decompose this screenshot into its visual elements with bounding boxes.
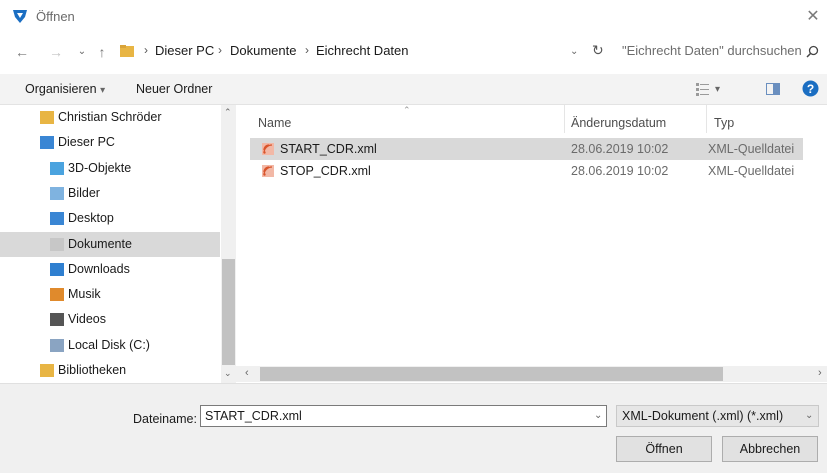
- breadcrumb-eichrecht-daten[interactable]: Eichrecht Daten: [316, 43, 409, 58]
- scroll-down-icon[interactable]: ⌄: [224, 368, 232, 379]
- scroll-left-icon[interactable]: ‹: [245, 367, 249, 379]
- column-name-label: Name: [258, 116, 292, 130]
- breadcrumb-separator-icon: ›: [218, 43, 222, 57]
- preview-pane-icon[interactable]: [766, 83, 780, 95]
- computer-icon: [40, 136, 54, 150]
- address-dropdown-icon[interactable]: ⌄: [570, 46, 578, 57]
- filename-dropdown-icon[interactable]: ⌄: [594, 410, 602, 421]
- sidebar-item-label: Bilder: [68, 185, 100, 200]
- column-header-date[interactable]: Änderungsdatum: [571, 116, 666, 130]
- user-folder-icon: [40, 111, 54, 124]
- window-title: Öffnen: [36, 9, 75, 24]
- view-options-icon[interactable]: [696, 82, 710, 96]
- open-button[interactable]: Öffnen: [616, 436, 712, 462]
- sort-indicator-icon: ⌃: [403, 105, 411, 115]
- breadcrumb-dokumente[interactable]: Dokumente: [230, 43, 296, 58]
- scroll-up-icon[interactable]: ⌃: [224, 107, 232, 118]
- music-icon: [50, 288, 64, 302]
- view-dropdown-icon[interactable]: ▾: [715, 84, 720, 95]
- folder-icon: [120, 45, 134, 57]
- svg-text:?: ?: [807, 82, 814, 96]
- videos-icon: [50, 313, 64, 327]
- xml-file-icon: [262, 165, 274, 177]
- column-header-type[interactable]: Typ: [714, 116, 734, 130]
- sidebar-item-label: Local Disk (C:): [68, 337, 150, 352]
- desktop-icon: [50, 212, 64, 226]
- organize-button[interactable]: Organisieren ▾: [25, 82, 105, 96]
- back-arrow-icon[interactable]: ←: [14, 44, 30, 60]
- sidebar-item[interactable]: Dieser PC: [0, 130, 220, 155]
- column-divider[interactable]: [564, 105, 565, 133]
- file-date: 28.06.2019 10:02: [571, 164, 669, 178]
- file-row[interactable]: START_CDR.xml 28.06.2019 10:02 XML-Quellda…: [250, 138, 803, 160]
- sidebar-item[interactable]: Videos: [0, 307, 220, 332]
- refresh-icon[interactable]: ↻: [592, 42, 604, 59]
- documents-icon: [50, 237, 64, 251]
- filename-label: Dateiname:: [133, 412, 197, 426]
- sidebar-item[interactable]: Desktop: [0, 206, 220, 231]
- file-type: XML-Quelldatei: [708, 164, 795, 178]
- forward-arrow-icon[interactable]: →: [48, 44, 64, 60]
- file-date: 28.06.2019 10:02: [571, 142, 669, 156]
- sidebar-item-label: 3D-Objekte: [68, 160, 132, 175]
- 3d-objects-icon: [50, 161, 64, 175]
- sidebar-item[interactable]: Musik: [0, 282, 220, 307]
- downloads-icon: [50, 262, 64, 276]
- new-folder-button[interactable]: Neuer Ordner: [136, 82, 212, 96]
- organize-label: Organisieren: [25, 82, 97, 96]
- file-type-dropdown-icon[interactable]: ⌄: [805, 410, 813, 421]
- app-shield-icon: [13, 10, 27, 23]
- sidebar-item-label: Desktop: [68, 211, 114, 226]
- sidebar-item[interactable]: Bibliotheken: [0, 358, 220, 383]
- filename-value: START_CDR.xml: [205, 409, 302, 423]
- sidebar-item-label: Downloads: [68, 261, 130, 276]
- close-icon[interactable]: ✕: [803, 7, 823, 27]
- sidebar-item[interactable]: Local Disk (C:): [0, 333, 220, 358]
- horizontal-scrollbar-thumb[interactable]: [260, 367, 723, 381]
- sidebar-item-label: Videos: [68, 312, 106, 327]
- pictures-icon: [50, 186, 64, 200]
- search-icon[interactable]: [806, 45, 819, 58]
- search-placeholder: "Eichrecht Daten" durchsuchen: [622, 43, 802, 58]
- scroll-right-icon[interactable]: ›: [818, 367, 822, 379]
- breadcrumb-separator-icon: ›: [305, 43, 309, 57]
- file-type-value: XML-Dokument (.xml) (*.xml): [622, 409, 784, 423]
- column-divider[interactable]: [706, 105, 707, 133]
- filename-input[interactable]: START_CDR.xml: [200, 405, 607, 427]
- title-bar: Öffnen ✕: [0, 0, 827, 34]
- sidebar-item[interactable]: Christian Schröder: [0, 105, 220, 130]
- file-type-select[interactable]: XML-Dokument (.xml) (*.xml): [616, 405, 819, 427]
- sidebar-item[interactable]: Downloads: [0, 257, 220, 282]
- navigation-scrollbar-thumb[interactable]: [222, 259, 235, 365]
- breadcrumb-dieser-pc[interactable]: Dieser PC: [155, 43, 214, 58]
- drive-icon: [50, 338, 64, 352]
- sidebar-item-label: Christian Schröder: [58, 110, 162, 124]
- sidebar-item-label: Musik: [68, 287, 101, 302]
- libraries-icon: [40, 364, 54, 377]
- sidebar-item[interactable]: Dokumente: [0, 231, 220, 257]
- xml-file-icon: [262, 143, 274, 155]
- file-type: XML-Quelldatei: [708, 142, 795, 156]
- recent-locations-chevron-icon[interactable]: ⌄: [74, 44, 90, 60]
- sidebar-item[interactable]: 3D-Objekte: [0, 156, 220, 181]
- cancel-button[interactable]: Abbrechen: [722, 436, 818, 462]
- sidebar-item-label: Bibliotheken: [58, 363, 127, 377]
- file-name: STOP_CDR.xml: [280, 164, 371, 178]
- sidebar-item-label: Dieser PC: [58, 135, 115, 150]
- dropdown-chevron-icon: ▾: [100, 85, 106, 96]
- sidebar-item[interactable]: Bilder: [0, 181, 220, 206]
- file-name: START_CDR.xml: [280, 142, 377, 156]
- up-arrow-icon[interactable]: ↑: [94, 44, 110, 60]
- breadcrumb-separator-icon: ›: [144, 43, 148, 57]
- sidebar-item-label: Dokumente: [68, 236, 132, 251]
- file-row[interactable]: STOP_CDR.xml 28.06.2019 10:02 XML-Quelldat…: [250, 160, 803, 182]
- help-icon[interactable]: ?: [802, 80, 819, 97]
